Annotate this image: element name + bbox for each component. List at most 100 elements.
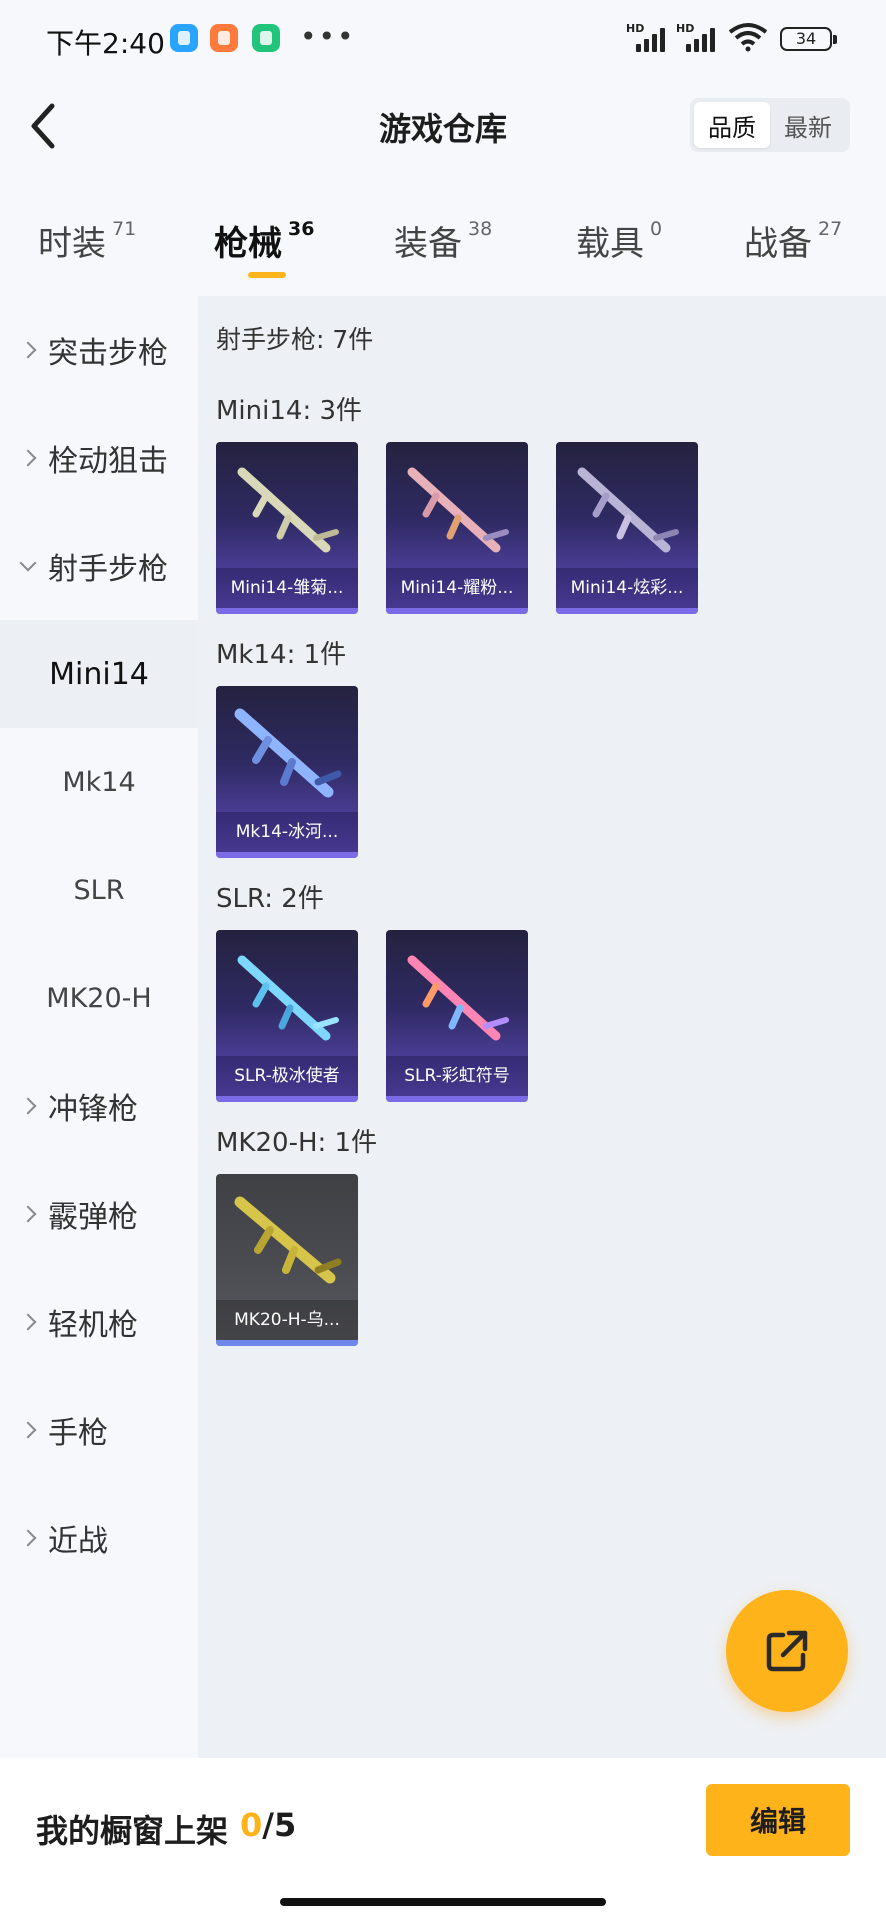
item-card[interactable]: MK20-H-乌... (216, 1174, 358, 1346)
item-card[interactable]: SLR-极冰使者 (216, 930, 358, 1102)
group-title: MK20-H: 1件 (216, 1128, 378, 1158)
chevron-down-icon (19, 554, 37, 572)
sort-option-quality[interactable]: 品质 (694, 102, 770, 148)
tab-count: 38 (468, 218, 493, 240)
chevron-right-icon (19, 1205, 37, 1223)
item-card-rarity-bar (216, 1340, 358, 1346)
sort-toggle: 品质 最新 (690, 98, 850, 152)
chevron-right-icon (19, 1529, 37, 1547)
sidebar-subitem-mk14[interactable]: Mk14 (0, 728, 198, 836)
item-card-label: SLR-彩虹符号 (386, 1056, 528, 1096)
notification-app-icon (210, 24, 238, 52)
item-card[interactable]: SLR-彩虹符号 (386, 930, 528, 1102)
category-sidebar: 突击步枪 栓动狙击 射手步枪 Mini14 Mk14 SLR MK20-H 冲锋… (0, 296, 198, 1758)
tab-equipment[interactable]: 装备 38 (394, 216, 492, 265)
sidebar-item-smg[interactable]: 冲锋枪 (0, 1052, 198, 1160)
status-time: 下午2:40 (46, 27, 165, 60)
notification-app-icon (170, 24, 198, 52)
tab-label: 载具 (576, 224, 644, 264)
rifle-skin-icon (234, 708, 342, 798)
rifle-skin-icon (577, 467, 679, 553)
tab-count: 0 (650, 218, 663, 240)
chevron-right-icon (19, 1097, 37, 1115)
rifle-skin-icon (234, 1196, 342, 1284)
sidebar-item-label: 手枪 (48, 1416, 108, 1451)
item-card-label: Mini14-雏菊... (216, 568, 358, 608)
more-notifications-icon: ••• (300, 20, 356, 53)
rifle-skin-icon (407, 467, 509, 553)
sidebar-item-label: 轻机枪 (48, 1308, 138, 1343)
sidebar-item-bolt-sniper[interactable]: 栓动狙击 (0, 404, 198, 512)
item-card[interactable]: Mini14-炫彩... (556, 442, 698, 614)
active-tab-indicator (248, 272, 286, 278)
status-bar: 下午2:40 ••• HD HD 34 (0, 0, 886, 76)
header: 游戏仓库 品质 最新 (0, 76, 886, 176)
share-external-icon (766, 1630, 808, 1672)
chevron-right-icon (19, 1421, 37, 1439)
sidebar-item-marksman-rifle[interactable]: 射手步枪 (0, 512, 198, 620)
tab-label: 战备 (744, 224, 812, 264)
sidebar-item-label: 射手步枪 (48, 552, 168, 587)
showcase-label: 我的橱窗上架 (36, 1812, 229, 1850)
signal-icon: HD (626, 22, 668, 52)
item-card[interactable]: Mini14-耀粉... (386, 442, 528, 614)
sidebar-item-assault-rifle[interactable]: 突击步枪 (0, 296, 198, 404)
showcase-count: 0 (240, 1806, 263, 1844)
tab-count: 27 (818, 218, 843, 240)
sidebar-item-label: 栓动狙击 (48, 444, 168, 479)
item-card-label: SLR-极冰使者 (216, 1056, 358, 1096)
tab-fashion[interactable]: 时装 71 (38, 216, 136, 265)
tab-label: 枪械 (214, 224, 282, 264)
sidebar-item-label: 突击步枪 (48, 336, 168, 371)
item-card-label: Mini14-炫彩... (556, 568, 698, 608)
item-card-rarity-bar (386, 1096, 528, 1102)
signal-hd-label: HD (626, 22, 645, 35)
category-summary: 射手步枪: 7件 (216, 325, 374, 354)
battery-icon: 34 (780, 27, 837, 51)
tab-supplies[interactable]: 战备 27 (744, 216, 842, 265)
chevron-right-icon (19, 341, 37, 359)
sidebar-item-label: 霰弹枪 (48, 1200, 138, 1235)
item-content: 射手步枪: 7件 Mini14: 3件 Mini14-雏菊... Mini14-… (198, 296, 886, 1758)
edit-button[interactable]: 编辑 (706, 1784, 850, 1856)
sort-option-newest[interactable]: 最新 (770, 102, 846, 148)
item-card-rarity-bar (556, 608, 698, 614)
tab-firearms[interactable]: 枪械 36 (214, 216, 314, 265)
tab-count: 36 (288, 218, 315, 240)
bottom-bar: 我的橱窗上架 0 /5 编辑 (0, 1758, 886, 1920)
showcase-total: /5 (262, 1806, 297, 1844)
item-card[interactable]: Mk14-冰河... (216, 686, 358, 858)
showcase-status: 我的橱窗上架 0 /5 (36, 1806, 296, 1852)
rifle-skin-icon (237, 955, 339, 1041)
tab-label: 装备 (394, 224, 462, 264)
signal-icon: HD (676, 22, 718, 52)
wifi-icon (728, 23, 768, 52)
item-card[interactable]: Mini14-雏菊... (216, 442, 358, 614)
signal-hd-label: HD (676, 22, 695, 35)
chevron-right-icon (19, 449, 37, 467)
item-card-rarity-bar (216, 852, 358, 858)
sidebar-subitem-slr[interactable]: SLR (0, 836, 198, 944)
tab-vehicles[interactable]: 载具 0 (576, 216, 662, 265)
item-card-label: MK20-H-乌... (216, 1300, 358, 1340)
sidebar-item-shotgun[interactable]: 霰弹枪 (0, 1160, 198, 1268)
sidebar-item-label: 冲锋枪 (48, 1092, 138, 1127)
sidebar-subitem-mk20h[interactable]: MK20-H (0, 944, 198, 1052)
item-card-label: Mk14-冰河... (216, 812, 358, 852)
home-indicator[interactable] (280, 1898, 606, 1906)
rifle-skin-icon (237, 467, 339, 553)
chevron-right-icon (19, 1313, 37, 1331)
item-card-rarity-bar (216, 1096, 358, 1102)
sidebar-item-pistol[interactable]: 手枪 (0, 1376, 198, 1484)
sidebar-subitem-mini14[interactable]: Mini14 (0, 620, 198, 728)
item-card-rarity-bar (216, 608, 358, 614)
sidebar-item-melee[interactable]: 近战 (0, 1484, 198, 1592)
item-card-label: Mini14-耀粉... (386, 568, 528, 608)
rifle-skin-icon (407, 955, 509, 1041)
share-button[interactable] (726, 1590, 848, 1712)
group-title: SLR: 2件 (216, 884, 324, 914)
category-tabs: 时装 71 枪械 36 装备 38 载具 0 战备 27 (0, 176, 886, 296)
sidebar-item-lmg[interactable]: 轻机枪 (0, 1268, 198, 1376)
notification-app-icon (252, 24, 280, 52)
item-card-rarity-bar (386, 608, 528, 614)
